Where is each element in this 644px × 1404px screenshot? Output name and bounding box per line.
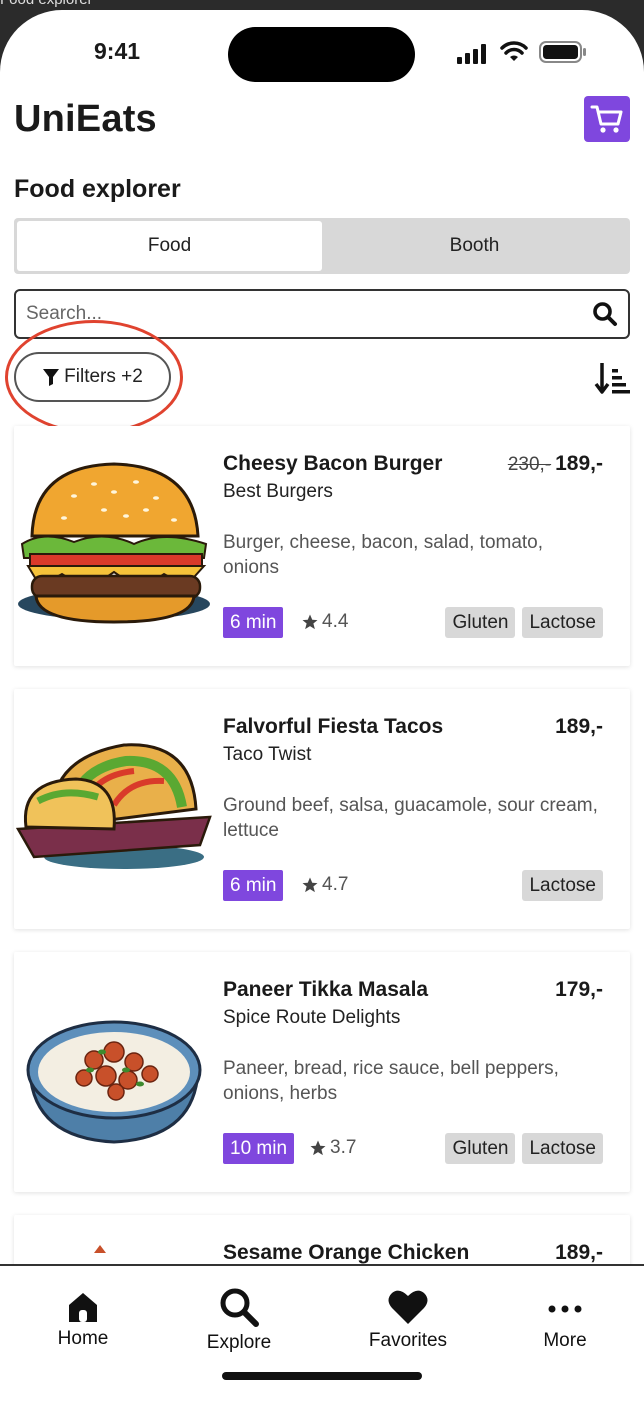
allergen-tag: Lactose <box>522 1133 603 1164</box>
allergen-tags: Gluten Lactose <box>445 1133 603 1164</box>
item-price-group: 179,- <box>555 978 603 1002</box>
item-price-group: 230,- 189,- <box>508 452 603 476</box>
segmented-control: Food Booth <box>14 218 630 274</box>
home-icon <box>69 1293 97 1322</box>
item-booth: Spice Route Delights <box>223 1007 401 1028</box>
item-price: 189,- <box>555 715 603 738</box>
tab-favorites-label: Favorites <box>368 1330 448 1351</box>
allergen-tag: Lactose <box>522 870 603 901</box>
filters-button[interactable]: Filters +2 <box>14 352 171 402</box>
tab-explore[interactable]: Explore <box>179 1286 299 1354</box>
segment-food[interactable]: Food <box>17 221 322 271</box>
cart-button[interactable] <box>584 96 630 142</box>
status-bar: 9:41 <box>0 10 644 90</box>
allergen-tags: Lactose <box>522 870 603 901</box>
item-name: Falvorful Fiesta Tacos <box>223 715 444 738</box>
item-description: Ground beef, salsa, guacamole, sour crea… <box>223 795 598 841</box>
item-name: Sesame Orange Chicken <box>223 1241 470 1264</box>
dynamic-island <box>228 27 415 82</box>
tab-home-label: Home <box>57 1328 109 1349</box>
prep-time-badge: 6 min <box>223 607 284 638</box>
tab-explore-label: Explore <box>206 1332 272 1353</box>
filter-funnel-icon <box>43 369 60 386</box>
segment-booth[interactable]: Booth <box>322 221 627 271</box>
tab-more-label: More <box>543 1330 587 1351</box>
item-rating: 3.7 <box>309 1137 356 1159</box>
item-old-price: 230,- <box>507 454 552 475</box>
search-icon[interactable] <box>592 301 618 327</box>
star-icon <box>302 877 318 893</box>
explore-search-icon <box>220 1288 259 1327</box>
filters-label: Filters +2 <box>64 366 143 387</box>
rating-value: 4.4 <box>322 611 349 632</box>
curry-bowl-image <box>26 1020 202 1144</box>
item-name: Paneer Tikka Masala <box>223 978 429 1001</box>
home-indicator <box>222 1372 422 1380</box>
allergen-tag: Lactose <box>522 607 603 638</box>
item-name: Cheesy Bacon Burger <box>223 452 443 475</box>
item-booth: Best Burgers <box>223 481 333 502</box>
prep-time-badge: 6 min <box>223 870 284 901</box>
more-dots-icon <box>548 1305 582 1313</box>
item-price-group: 189,- <box>555 715 603 739</box>
battery-icon <box>539 41 586 63</box>
item-price-group: 189,- <box>555 1241 603 1265</box>
tab-favorites[interactable]: Favorites <box>348 1288 468 1352</box>
section-title: Food explorer <box>14 175 181 203</box>
item-rating: 4.7 <box>301 874 348 896</box>
rating-value: 4.7 <box>322 874 349 895</box>
item-rating: 4.4 <box>301 611 348 633</box>
allergen-tag: Gluten <box>445 1133 516 1164</box>
food-card[interactable]: Paneer Tikka Masala 179,- Spice Route De… <box>14 952 630 1192</box>
burger-image <box>18 462 210 624</box>
status-time: 9:41 <box>94 38 141 64</box>
bottom-tab-bar: Home Explore Favorites More <box>0 1264 644 1404</box>
wifi-icon <box>500 41 528 61</box>
item-price: 189,- <box>555 1241 603 1264</box>
app-title: UniEats <box>14 98 157 140</box>
rating-value: 3.7 <box>330 1137 357 1158</box>
food-card[interactable]: Falvorful Fiesta Tacos 189,- Taco Twist … <box>14 689 630 929</box>
window-title: Food explorer <box>0 0 93 8</box>
allergen-tag: Gluten <box>445 607 516 638</box>
phone-screen: 9:41 UniEats Food explorer Food Booth Se… <box>0 10 644 1404</box>
sort-icon[interactable] <box>594 361 630 395</box>
star-icon <box>310 1140 326 1156</box>
shopping-cart-icon <box>590 105 623 133</box>
tab-more[interactable]: More <box>505 1304 625 1352</box>
prep-time-badge: 10 min <box>223 1133 295 1164</box>
allergen-tags: Gluten Lactose <box>445 607 603 638</box>
food-card[interactable]: Cheesy Bacon Burger 230,- 189,- Best Bur… <box>14 426 630 666</box>
star-icon <box>302 614 318 630</box>
heart-icon <box>388 1290 428 1324</box>
item-price: 189,- <box>555 452 603 475</box>
item-booth: Taco Twist <box>223 744 312 765</box>
item-description: Paneer, bread, rice sauce, bell peppers,… <box>223 1058 559 1104</box>
cellular-signal-icon <box>457 44 486 64</box>
tacos-image <box>15 743 212 869</box>
item-price: 179,- <box>555 978 603 1001</box>
item-description: Burger, cheese, bacon, salad, tomato, on… <box>223 532 544 578</box>
tab-home[interactable]: Home <box>23 1290 143 1350</box>
